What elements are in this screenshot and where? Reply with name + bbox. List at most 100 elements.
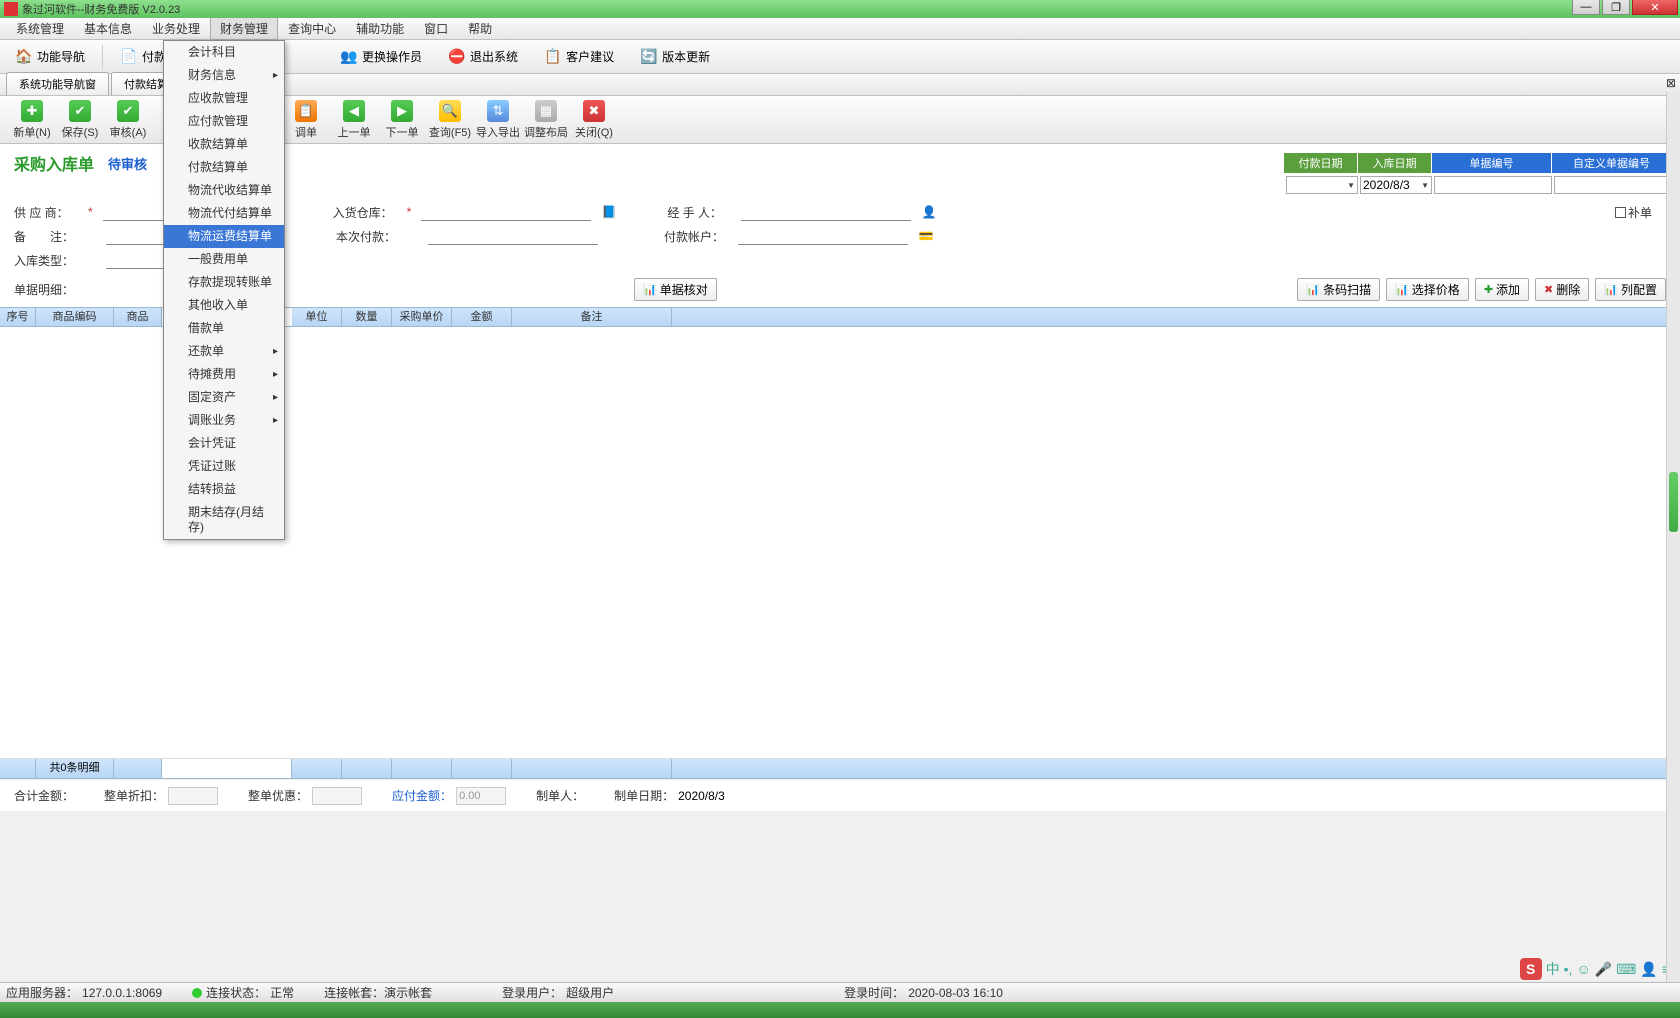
exit-button[interactable]: ⛔退出系统 [439, 45, 527, 69]
query-button[interactable]: 🔍查询(F5) [426, 98, 474, 142]
paydate-dropdown[interactable]: ▼ [1286, 176, 1358, 194]
audit-button[interactable]: ✔审核(A) [104, 98, 152, 142]
statusbar: 应用服务器：127.0.0.1:8069 连接状态：正常 连接帐套：演示帐套 登… [0, 982, 1680, 1002]
maker-label: 制单人： [536, 787, 584, 804]
person-icon[interactable]: 👤 [921, 204, 937, 220]
thispay-input[interactable] [428, 227, 598, 245]
th-qty[interactable]: 数量 [342, 308, 392, 326]
doc-verify-button[interactable]: 📊单据核对 [634, 278, 717, 301]
menu-window[interactable]: 窗口 [414, 17, 458, 40]
delete-row-button[interactable]: ✖删除 [1535, 278, 1589, 301]
column-config-button[interactable]: 📊列配置 [1595, 278, 1666, 301]
dd-logistics-freight[interactable]: 物流运费结算单 [164, 225, 284, 248]
th-price[interactable]: 采购单价 [392, 308, 452, 326]
home-icon: 🏠 [15, 48, 33, 66]
th-seq[interactable]: 序号 [0, 308, 36, 326]
new-doc-button[interactable]: ✚新单(N) [8, 98, 56, 142]
ime-toolbar[interactable]: S 中 •, ☺ 🎤 ⌨ 👤 ≡ [1520, 958, 1670, 980]
th-code[interactable]: 商品编码 [36, 308, 114, 326]
dd-payment-settlement[interactable]: 付款结算单 [164, 156, 284, 179]
tab-nav-window[interactable]: 系统功能导航窗 [6, 72, 109, 95]
hdr-customno: 自定义单据编号 [1552, 153, 1672, 173]
dd-receivable-mgmt[interactable]: 应收款管理 [164, 87, 284, 110]
grid-icon: ▦ [535, 100, 557, 122]
close-button[interactable]: ✕ [1632, 0, 1678, 15]
clipboard-icon: 📋 [295, 100, 317, 122]
update-button[interactable]: 🔄版本更新 [631, 45, 719, 69]
menu-business[interactable]: 业务处理 [142, 17, 210, 40]
change-operator-button[interactable]: 👥更换操作员 [331, 45, 431, 69]
prev-button[interactable]: ◀上一单 [330, 98, 378, 142]
tab-close-icon[interactable]: ⊠ [1666, 76, 1676, 90]
th-unit[interactable]: 单位 [292, 308, 342, 326]
add-row-button[interactable]: ✚添加 [1475, 278, 1529, 301]
sb-conn-value: 正常 [270, 984, 294, 1001]
payable-input[interactable] [456, 787, 506, 805]
dd-other-income[interactable]: 其他收入单 [164, 294, 284, 317]
dd-loan[interactable]: 借款单 [164, 317, 284, 340]
dd-logistics-collect[interactable]: 物流代收结算单 [164, 179, 284, 202]
th-remark[interactable]: 备注 [512, 308, 672, 326]
ime-user-icon[interactable]: 👤 [1640, 961, 1657, 978]
vertical-scrollbar[interactable] [1666, 92, 1680, 982]
menu-query[interactable]: 查询中心 [278, 17, 346, 40]
save-button[interactable]: ✔保存(S) [56, 98, 104, 142]
dd-carryover[interactable]: 结转损益 [164, 478, 284, 501]
table-footer: 共0条明细 [0, 759, 1680, 779]
close-doc-button[interactable]: ✖关闭(Q) [570, 98, 618, 142]
layout-button[interactable]: ▦调整布局 [522, 98, 570, 142]
os-taskbar[interactable] [0, 1002, 1680, 1018]
minimize-button[interactable]: — [1572, 0, 1600, 15]
customno-input[interactable] [1554, 176, 1672, 194]
dd-fixed-assets[interactable]: 固定资产 [164, 386, 284, 409]
supplement-checkbox[interactable]: 补单 [1615, 204, 1666, 221]
feedback-button[interactable]: 📋客户建议 [535, 45, 623, 69]
recall-button[interactable]: 📋调单 [282, 98, 330, 142]
dd-voucher-post[interactable]: 凭证过账 [164, 455, 284, 478]
ime-smile-icon[interactable]: ☺ [1576, 961, 1590, 977]
ime-mic-icon[interactable]: 🎤 [1595, 961, 1612, 978]
dd-repay[interactable]: 还款单 [164, 340, 284, 363]
sb-acct: 连接帐套：演示帐套 [324, 984, 432, 1001]
dd-deposit-transfer[interactable]: 存款提现转账单 [164, 271, 284, 294]
menu-basic[interactable]: 基本信息 [74, 17, 142, 40]
pref-input[interactable] [312, 787, 362, 805]
indate-dropdown[interactable]: 2020/8/3▼ [1360, 176, 1432, 194]
menu-system[interactable]: 系统管理 [6, 17, 74, 40]
ime-s-icon[interactable]: S [1520, 958, 1542, 980]
payaccount-input[interactable] [738, 227, 908, 245]
menu-help[interactable]: 帮助 [458, 17, 502, 40]
ime-cn-icon[interactable]: 中 [1546, 959, 1560, 979]
dd-payable-mgmt[interactable]: 应付款管理 [164, 110, 284, 133]
ime-punct-icon[interactable]: •, [1564, 961, 1573, 977]
select-price-button[interactable]: 📊选择价格 [1386, 278, 1469, 301]
dd-adjust[interactable]: 调账业务 [164, 409, 284, 432]
scrollbar-thumb[interactable] [1669, 472, 1678, 532]
dd-finance-info[interactable]: 财务信息 [164, 64, 284, 87]
menu-assist[interactable]: 辅助功能 [346, 17, 414, 40]
card-icon[interactable]: 💳 [918, 228, 934, 244]
dd-general-expense[interactable]: 一般费用单 [164, 248, 284, 271]
import-export-button[interactable]: ⇅导入导出 [474, 98, 522, 142]
foot-count: 共0条明细 [36, 759, 114, 778]
book-icon[interactable]: 📘 [601, 204, 617, 220]
total-label: 合计金额： [14, 787, 74, 804]
dd-voucher[interactable]: 会计凭证 [164, 432, 284, 455]
dd-period-close[interactable]: 期末结存(月结存) [164, 501, 284, 539]
dd-receipt-settlement[interactable]: 收款结算单 [164, 133, 284, 156]
handler-input[interactable] [741, 203, 911, 221]
maximize-button[interactable]: ❐ [1602, 0, 1630, 15]
th-amount[interactable]: 金额 [452, 308, 512, 326]
warehouse-input[interactable] [421, 203, 591, 221]
docno-input[interactable] [1434, 176, 1552, 194]
menu-finance[interactable]: 财务管理 [210, 17, 278, 40]
dd-deferred[interactable]: 待摊费用 [164, 363, 284, 386]
barcode-scan-button[interactable]: 📊条码扫描 [1297, 278, 1380, 301]
dd-logistics-pay[interactable]: 物流代付结算单 [164, 202, 284, 225]
next-button[interactable]: ▶下一单 [378, 98, 426, 142]
nav-button[interactable]: 🏠功能导航 [6, 45, 94, 69]
ime-keyboard-icon[interactable]: ⌨ [1616, 961, 1636, 978]
th-product[interactable]: 商品 [114, 308, 162, 326]
discount-input[interactable] [168, 787, 218, 805]
dd-accounting-subject[interactable]: 会计科目 [164, 41, 284, 64]
